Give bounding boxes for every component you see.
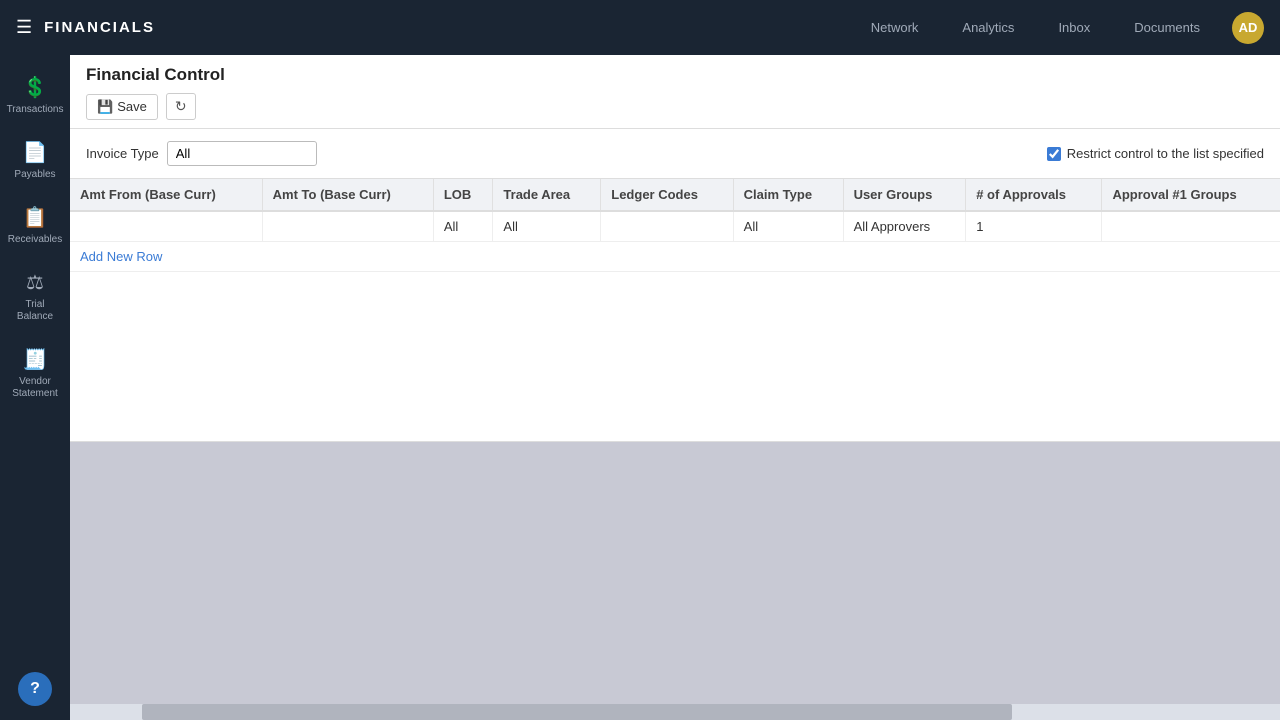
- save-button[interactable]: 💾 Save: [86, 94, 158, 120]
- gray-area: [70, 442, 1280, 704]
- col-trade-area: Trade Area: [493, 179, 601, 211]
- trial-balance-icon: ⚖: [26, 270, 44, 295]
- receivables-icon: 📋: [23, 205, 48, 230]
- scrollbar-thumb[interactable]: [142, 704, 1012, 720]
- invoice-type-label: Invoice Type: [86, 146, 159, 161]
- save-icon: 💾: [97, 99, 113, 115]
- sidebar-item-trial-balance[interactable]: ⚖ Trial Balance: [3, 260, 67, 333]
- cell-trade-area: All: [493, 211, 601, 242]
- sidebar-item-label: Receivables: [8, 234, 62, 246]
- table-row-add: Add New Row: [70, 242, 1280, 272]
- page-header: Financial Control 💾 Save ↻: [70, 55, 1280, 129]
- cell-ledger-codes: [601, 211, 733, 242]
- col-amt-to: Amt To (Base Curr): [262, 179, 433, 211]
- form-area: Invoice Type Restrict control to the lis…: [70, 129, 1280, 179]
- cell-amt-from: [70, 211, 262, 242]
- col-ledger-codes: Ledger Codes: [601, 179, 733, 211]
- payables-icon: 📄: [23, 140, 48, 165]
- cell-approval-groups: [1102, 211, 1280, 242]
- financial-control-table: Amt From (Base Curr) Amt To (Base Curr) …: [70, 179, 1280, 272]
- help-button[interactable]: ?: [18, 672, 52, 706]
- sidebar-item-receivables[interactable]: 📋 Receivables: [3, 195, 67, 256]
- col-approval-groups: Approval #1 Groups: [1102, 179, 1280, 211]
- save-label: Save: [117, 99, 147, 114]
- page-title: Financial Control: [86, 65, 1264, 93]
- table-header-row: Amt From (Base Curr) Amt To (Base Curr) …: [70, 179, 1280, 211]
- sidebar-item-label: Payables: [14, 169, 55, 181]
- menu-icon[interactable]: ☰: [16, 17, 32, 38]
- main-layout: 💲 Transactions 📄 Payables 📋 Receivables …: [0, 55, 1280, 720]
- transactions-icon: 💲: [23, 75, 48, 100]
- sidebar-item-payables[interactable]: 📄 Payables: [3, 130, 67, 191]
- main-content: Financial Control 💾 Save ↻ Invoice Type …: [70, 55, 1280, 720]
- vendor-statement-icon: 🧾: [23, 347, 48, 372]
- restrict-control-field: Restrict control to the list specified: [1047, 146, 1264, 161]
- cell-lob: All: [433, 211, 493, 242]
- sidebar-item-label: Vendor Statement: [9, 376, 61, 400]
- col-lob: LOB: [433, 179, 493, 211]
- sidebar-item-label: Transactions: [7, 104, 64, 116]
- sidebar: 💲 Transactions 📄 Payables 📋 Receivables …: [0, 55, 70, 720]
- col-user-groups: User Groups: [843, 179, 966, 211]
- refresh-button[interactable]: ↻: [166, 93, 196, 120]
- add-new-row-link[interactable]: Add New Row: [80, 249, 162, 264]
- nav-analytics[interactable]: Analytics: [942, 12, 1034, 43]
- col-num-approvals: # of Approvals: [966, 179, 1102, 211]
- toolbar: 💾 Save ↻: [86, 93, 1264, 128]
- cell-num-approvals: 1: [966, 211, 1102, 242]
- sidebar-bottom: ?: [18, 672, 52, 706]
- horizontal-scrollbar[interactable]: [70, 704, 1280, 720]
- col-claim-type: Claim Type: [733, 179, 843, 211]
- table-row: All All All All Approvers 1: [70, 211, 1280, 242]
- user-avatar[interactable]: AD: [1232, 12, 1264, 44]
- cell-user-groups: All Approvers: [843, 211, 966, 242]
- navbar: ☰ FINANCIALS Network Analytics Inbox Doc…: [0, 0, 1280, 55]
- sidebar-item-transactions[interactable]: 💲 Transactions: [3, 65, 67, 126]
- add-row-cell: Add New Row: [70, 242, 1280, 272]
- nav-documents[interactable]: Documents: [1114, 12, 1220, 43]
- cell-amt-to: [262, 211, 433, 242]
- nav-network[interactable]: Network: [851, 12, 939, 43]
- invoice-type-field: Invoice Type: [86, 141, 317, 166]
- restrict-control-checkbox[interactable]: [1047, 147, 1061, 161]
- invoice-type-input[interactable]: [167, 141, 317, 166]
- cell-claim-type: All: [733, 211, 843, 242]
- nav-links: Network Analytics Inbox Documents: [851, 12, 1220, 43]
- sidebar-item-label: Trial Balance: [9, 299, 61, 323]
- data-table-area: Amt From (Base Curr) Amt To (Base Curr) …: [70, 179, 1280, 442]
- restrict-control-label: Restrict control to the list specified: [1067, 146, 1264, 161]
- nav-inbox[interactable]: Inbox: [1038, 12, 1110, 43]
- sidebar-item-vendor-statement[interactable]: 🧾 Vendor Statement: [3, 337, 67, 410]
- col-amt-from: Amt From (Base Curr): [70, 179, 262, 211]
- brand-logo: FINANCIALS: [44, 19, 851, 36]
